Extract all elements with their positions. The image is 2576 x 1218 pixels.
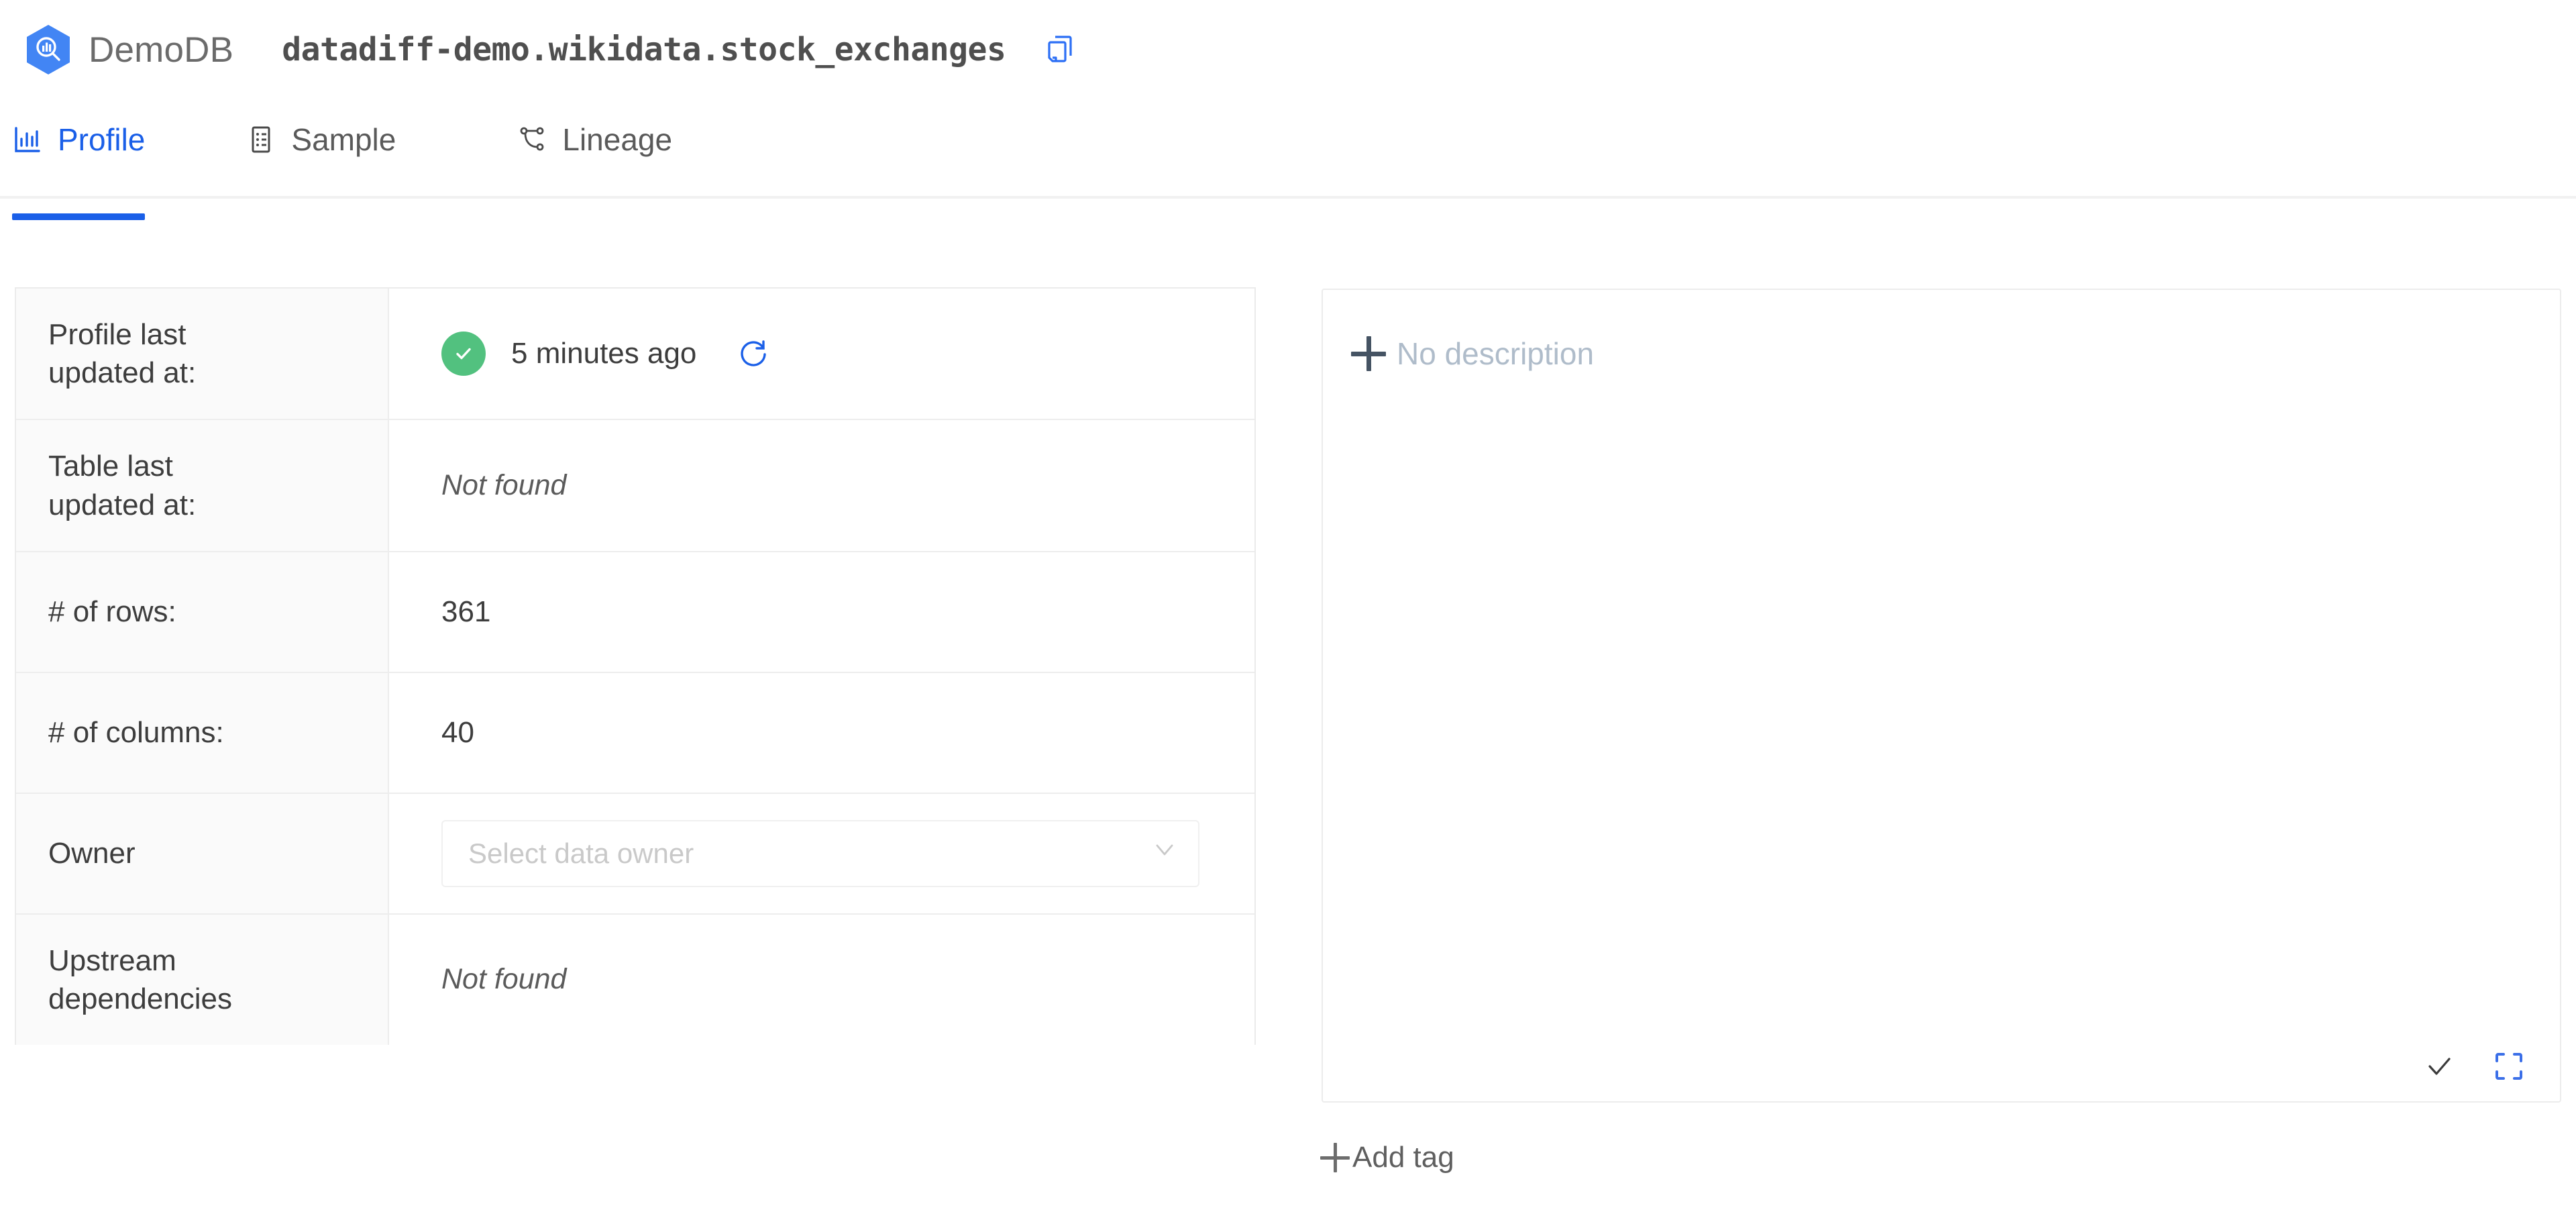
table-row: # of rows: 361 (16, 552, 1254, 673)
row-label-line1: Profile last (48, 315, 196, 354)
row-value-table-last-updated: Not found (389, 420, 1254, 550)
tab-bar: Profile Sample (0, 99, 2576, 234)
active-tab-indicator (12, 213, 145, 220)
tab-profile[interactable]: Profile (12, 99, 145, 180)
row-label-num-rows: # of rows: (16, 552, 389, 672)
row-label-line2: updated at: (48, 486, 196, 524)
row-label-num-columns: # of columns: (16, 673, 389, 793)
check-icon[interactable] (2419, 1046, 2459, 1086)
profile-status: 5 minutes ago (441, 332, 773, 376)
fullscreen-expand-icon[interactable] (2489, 1046, 2529, 1086)
tab-profile-label: Profile (58, 121, 145, 158)
owner-select-placeholder: Select data owner (468, 838, 694, 870)
table-list-icon (246, 124, 276, 155)
row-label-line1: Upstream (48, 942, 232, 980)
table-row: Upstream dependencies Not found (16, 915, 1254, 1045)
tab-sample[interactable]: Sample (246, 99, 396, 180)
copy-icon[interactable] (1040, 29, 1082, 70)
row-label-line2: dependencies (48, 980, 232, 1018)
check-circle-icon (441, 332, 486, 376)
row-label-line1: # of columns: (48, 713, 224, 752)
row-value-owner: Select data owner (389, 794, 1254, 913)
row-label-owner: Owner (16, 794, 389, 913)
value-not-found: Not found (441, 963, 566, 996)
value-num-columns: 40 (441, 716, 474, 750)
add-description-button[interactable]: No description (1323, 290, 2560, 372)
main-content: Profile last updated at: 5 minutes ago (0, 287, 2576, 1218)
add-tag-button[interactable]: Add tag (1320, 1141, 1454, 1174)
plus-icon (1320, 1143, 1350, 1172)
row-value-num-columns: 40 (389, 673, 1254, 793)
table-row: Profile last updated at: 5 minutes ago (16, 289, 1254, 420)
description-panel[interactable]: No description (1322, 289, 2561, 1103)
row-label-table-last-updated: Table last updated at: (16, 420, 389, 550)
value-num-rows: 361 (441, 595, 490, 629)
bigquery-hexagon-icon (25, 24, 71, 75)
status-badge: 5 minutes ago (511, 337, 696, 370)
bar-chart-icon (12, 124, 43, 155)
row-value-profile-last-updated: 5 minutes ago (389, 289, 1254, 419)
description-actions (2390, 1046, 2529, 1086)
row-label-profile-last-updated: Profile last updated at: (16, 289, 389, 419)
chevron-down-icon (1148, 833, 1181, 873)
description-placeholder: No description (1397, 336, 1594, 372)
owner-select[interactable]: Select data owner (441, 820, 1199, 887)
table-metadata-table: Profile last updated at: 5 minutes ago (15, 287, 1256, 1045)
row-label-line1: Owner (48, 834, 136, 872)
plus-icon (1351, 336, 1386, 371)
page-header: DemoDB datadiff-demo.wikidata.stock_exch… (0, 0, 2576, 99)
lineage-graph-icon (517, 124, 547, 155)
value-not-found: Not found (441, 469, 566, 502)
row-value-upstream-dependencies: Not found (389, 915, 1254, 1045)
row-value-num-rows: 361 (389, 552, 1254, 672)
database-name: DemoDB (89, 30, 233, 70)
refresh-icon[interactable] (734, 334, 773, 373)
row-label-line1: Table last (48, 447, 196, 485)
tab-lineage-label: Lineage (562, 121, 672, 158)
row-label-line2: updated at: (48, 354, 196, 392)
table-row: # of columns: 40 (16, 673, 1254, 794)
page-title: datadiff-demo.wikidata.stock_exchanges (282, 31, 1006, 68)
tab-lineage[interactable]: Lineage (517, 99, 672, 180)
table-row: Owner Select data owner (16, 794, 1254, 915)
row-label-upstream-dependencies: Upstream dependencies (16, 915, 389, 1045)
row-label-line1: # of rows: (48, 593, 176, 631)
add-tag-label: Add tag (1352, 1141, 1454, 1174)
table-row: Table last updated at: Not found (16, 420, 1254, 552)
tab-sample-label: Sample (291, 121, 396, 158)
